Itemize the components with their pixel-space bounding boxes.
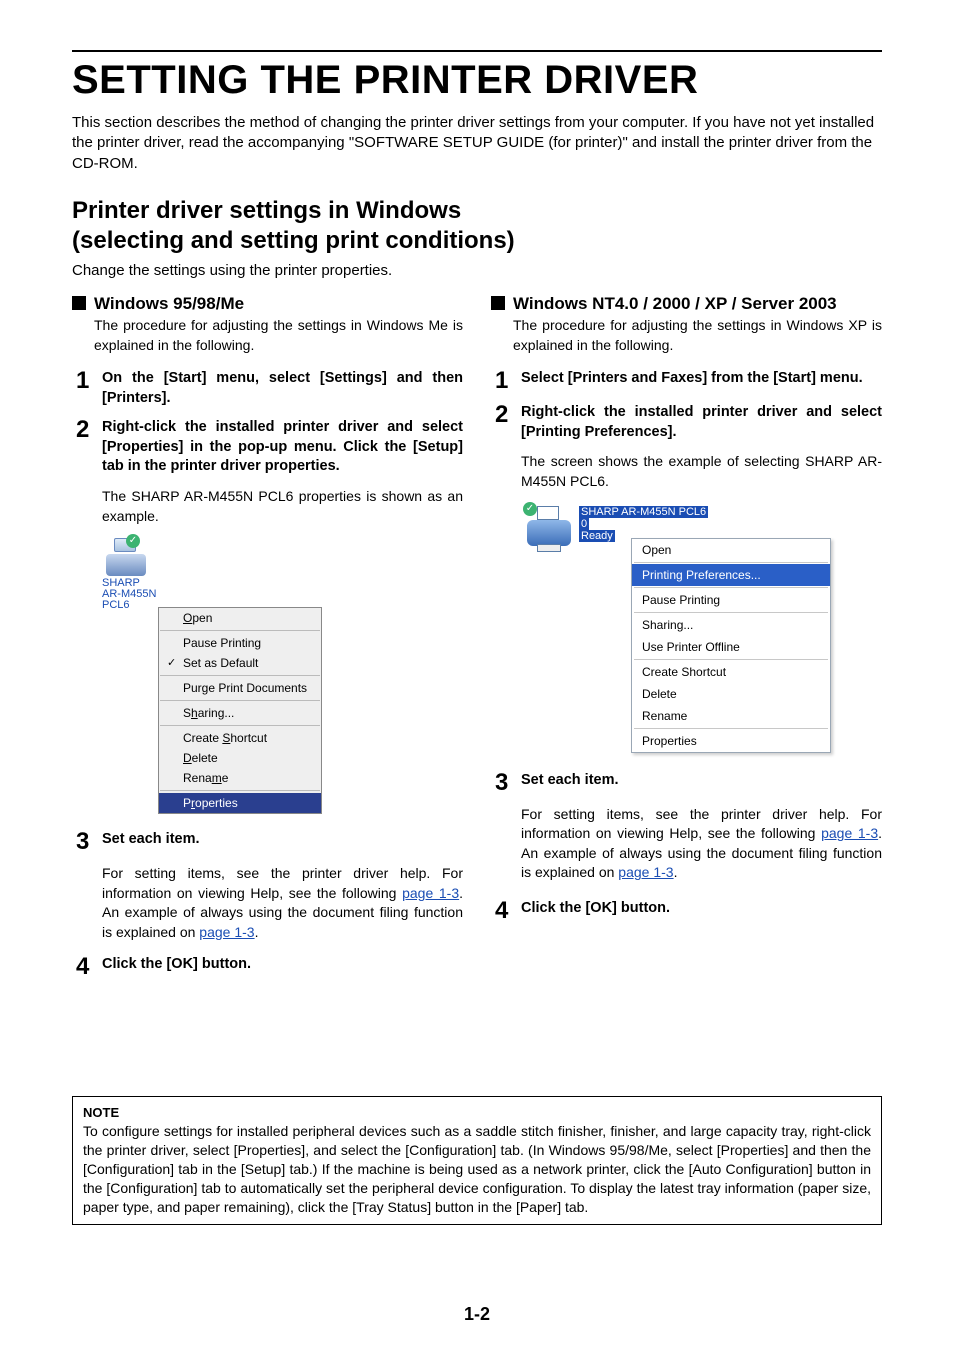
heading-line-2: (selecting and setting print conditions) bbox=[72, 227, 515, 254]
right-section-title: Windows NT4.0 / 2000 / XP / Server 2003 bbox=[513, 293, 837, 314]
menu-item-delete[interactable]: Delete bbox=[159, 748, 321, 768]
bullet-square-icon bbox=[491, 296, 505, 310]
menu-item-rename[interactable]: Rename bbox=[632, 705, 830, 727]
left-column: Windows 95/98/Me The procedure for adjus… bbox=[72, 293, 463, 989]
winxp-figure: ✓ SHARP AR-M455N PCL6 0 Ready Open Print… bbox=[521, 504, 882, 753]
menu-separator bbox=[634, 659, 828, 660]
menu-separator bbox=[634, 612, 828, 613]
top-rule bbox=[72, 50, 882, 52]
menu-separator bbox=[634, 562, 828, 563]
step-number: 1 bbox=[495, 369, 513, 393]
left-step-2-desc: The SHARP AR-M455N PCL6 properties is sh… bbox=[102, 487, 463, 526]
left-step-4: Click the [OK] button. bbox=[102, 955, 463, 975]
menu-item-delete[interactable]: Delete bbox=[632, 683, 830, 705]
step-number: 3 bbox=[495, 771, 513, 795]
note-body: To configure settings for installed peri… bbox=[83, 1122, 871, 1216]
menu-item-offline[interactable]: Use Printer Offline bbox=[632, 636, 830, 658]
win9x-figure: ✓ SHARP AR-M455N PCL6 Open Pause Printin… bbox=[102, 538, 463, 814]
menu-item-properties[interactable]: Properties bbox=[159, 793, 321, 813]
menu-item-sharing[interactable]: Sharing... bbox=[159, 703, 321, 723]
menu-separator bbox=[634, 587, 828, 588]
page-link[interactable]: page 1-3 bbox=[618, 864, 673, 880]
menu-item-pause[interactable]: Pause Printing bbox=[159, 633, 321, 653]
menu-separator bbox=[160, 790, 320, 791]
menu-item-create-shortcut[interactable]: Create Shortcut bbox=[632, 661, 830, 683]
step-number: 4 bbox=[495, 899, 513, 923]
left-step-3: Set each item. bbox=[102, 830, 463, 850]
menu-separator bbox=[634, 728, 828, 729]
context-menu-9x: Open Pause Printing Set as Default Purge… bbox=[158, 607, 322, 814]
right-step-2: Right-click the installed printer driver… bbox=[521, 403, 882, 442]
right-section-body: The procedure for adjusting the settings… bbox=[513, 316, 882, 355]
right-step-2-desc: The screen shows the example of selectin… bbox=[521, 452, 882, 491]
intro-paragraph: This section describes the method of cha… bbox=[72, 113, 882, 174]
menu-item-open[interactable]: Open bbox=[632, 539, 830, 561]
menu-item-set-default[interactable]: Set as Default bbox=[159, 653, 321, 673]
menu-separator bbox=[160, 675, 320, 676]
menu-separator bbox=[160, 700, 320, 701]
section-heading: Printer driver settings in Windows (sele… bbox=[72, 196, 882, 256]
page-link[interactable]: page 1-3 bbox=[402, 885, 459, 901]
menu-item-create-shortcut[interactable]: Create Shortcut bbox=[159, 728, 321, 748]
step-number: 2 bbox=[76, 418, 94, 442]
menu-separator bbox=[160, 725, 320, 726]
menu-item-printing-preferences[interactable]: Printing Preferences... bbox=[632, 564, 830, 586]
left-step-3-desc: For setting items, see the printer drive… bbox=[102, 864, 463, 942]
right-step-1: Select [Printers and Faxes] from the [St… bbox=[521, 369, 882, 389]
right-step-3: Set each item. bbox=[521, 771, 882, 791]
menu-item-sharing[interactable]: Sharing... bbox=[632, 614, 830, 636]
page-link[interactable]: page 1-3 bbox=[821, 825, 878, 841]
context-menu-xp: Open Printing Preferences... Pause Print… bbox=[631, 538, 831, 753]
heading-line-1: Printer driver settings in Windows bbox=[72, 197, 461, 224]
step-number: 3 bbox=[76, 830, 94, 854]
sub-intro: Change the settings using the printer pr… bbox=[72, 262, 882, 279]
printer-icon: ✓ bbox=[521, 504, 577, 552]
menu-item-pause[interactable]: Pause Printing bbox=[632, 589, 830, 611]
menu-item-open[interactable]: Open bbox=[159, 608, 321, 628]
left-section-body: The procedure for adjusting the settings… bbox=[94, 316, 463, 355]
step-number: 4 bbox=[76, 955, 94, 979]
menu-item-properties[interactable]: Properties bbox=[632, 730, 830, 752]
right-step-4: Click the [OK] button. bbox=[521, 899, 882, 919]
menu-item-rename[interactable]: Rename bbox=[159, 768, 321, 788]
right-step-3-desc: For setting items, see the printer drive… bbox=[521, 805, 882, 883]
left-section-title: Windows 95/98/Me bbox=[94, 293, 244, 314]
printer-icon: ✓ bbox=[102, 538, 150, 576]
page-title: SETTING THE PRINTER DRIVER bbox=[72, 58, 882, 103]
step-number: 2 bbox=[495, 403, 513, 427]
bullet-square-icon bbox=[72, 296, 86, 310]
right-column: Windows NT4.0 / 2000 / XP / Server 2003 … bbox=[491, 293, 882, 989]
left-step-2: Right-click the installed printer driver… bbox=[102, 418, 463, 477]
page-number: 1-2 bbox=[0, 1304, 954, 1325]
note-title: NOTE bbox=[83, 1105, 871, 1120]
step-number: 1 bbox=[76, 369, 94, 393]
left-step-1: On the [Start] menu, select [Settings] a… bbox=[102, 369, 463, 408]
printer-label-xp: SHARP AR-M455N PCL6 0 Ready bbox=[579, 506, 708, 542]
page-link[interactable]: page 1-3 bbox=[199, 924, 254, 940]
menu-separator bbox=[160, 630, 320, 631]
menu-item-purge[interactable]: Purge Print Documents bbox=[159, 678, 321, 698]
note-box: NOTE To configure settings for installed… bbox=[72, 1096, 882, 1225]
